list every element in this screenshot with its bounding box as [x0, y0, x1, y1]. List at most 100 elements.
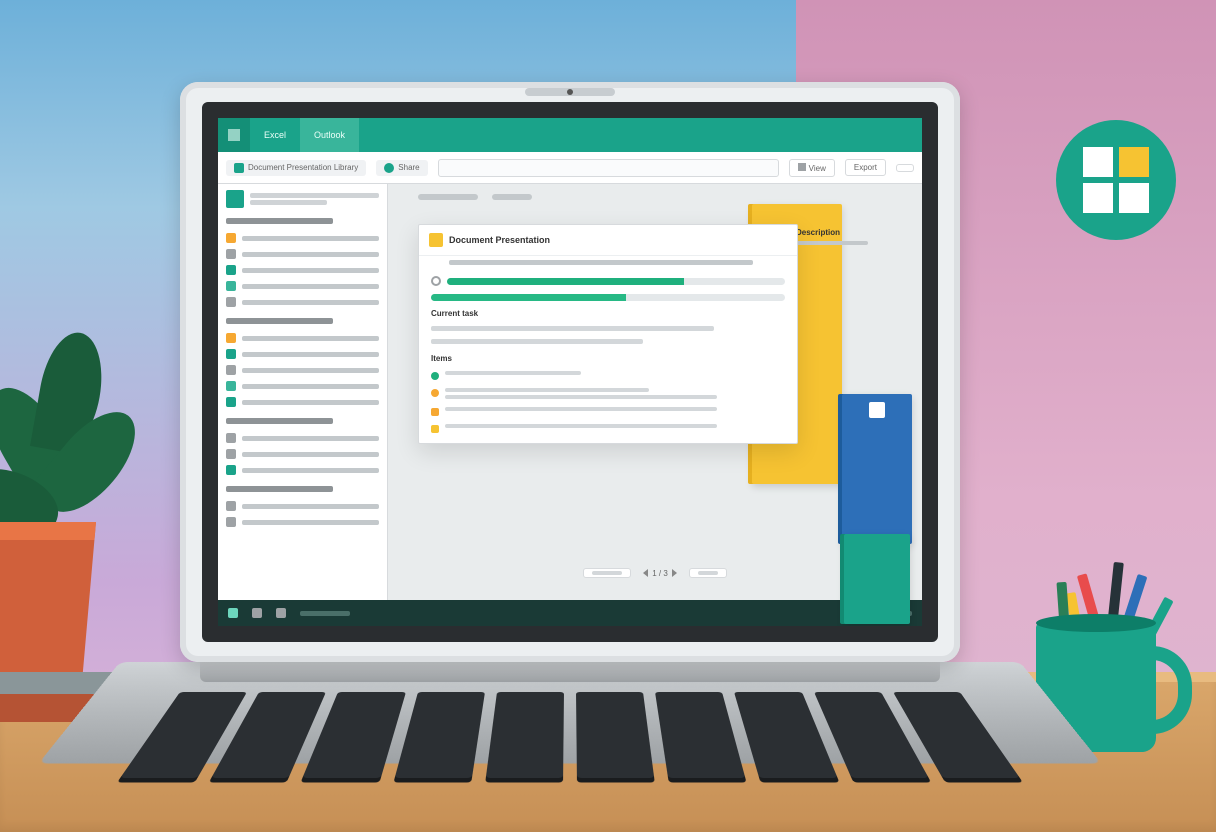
progress-bar — [447, 278, 785, 285]
sidebar-item-label — [242, 268, 379, 273]
toolbar-button[interactable] — [896, 164, 914, 172]
sidebar-item[interactable] — [226, 262, 379, 278]
sidebar-section-heading — [226, 418, 333, 424]
laptop: Excel Outlook Document Presentation Libr… — [120, 62, 1020, 812]
sidebar-item[interactable] — [226, 346, 379, 362]
sidebar-section — [218, 482, 387, 534]
sidebar-item-label — [242, 300, 379, 305]
dialog-header: Document Presentation — [419, 225, 797, 256]
breadcrumb[interactable]: Document Presentation Library — [226, 160, 366, 176]
progress-bar — [431, 294, 785, 301]
footer-chip[interactable] — [583, 568, 631, 578]
taskbar — [218, 600, 922, 626]
taskbar-start-icon[interactable] — [228, 608, 238, 618]
sidebar-item-label — [242, 252, 379, 257]
sidebar-item-icon — [226, 265, 236, 275]
sidebar-item-icon — [226, 433, 236, 443]
status-dot-icon — [431, 372, 439, 380]
scene-illustration: Excel Outlook Document Presentation Libr… — [0, 0, 1216, 832]
workspace: Description Document Presentation — [218, 184, 922, 600]
text-line — [431, 339, 643, 344]
sidebar-item-label — [242, 436, 379, 441]
sidebar-item-label — [242, 520, 379, 525]
content-footer: 1 / 3 — [388, 568, 922, 578]
wall-logo-icon — [1056, 120, 1176, 240]
doc-page-blue[interactable] — [842, 394, 912, 544]
footer-chip[interactable] — [689, 568, 727, 578]
info-panel-title: Description — [796, 228, 886, 237]
search-input[interactable] — [438, 159, 780, 177]
share-button[interactable]: Share — [376, 160, 427, 176]
sidebar-item-label — [242, 352, 379, 357]
titlebar-tab[interactable]: Excel — [250, 118, 300, 152]
webcam-icon — [525, 88, 615, 96]
grid-icon — [798, 163, 806, 171]
next-page-icon[interactable] — [672, 569, 677, 577]
sidebar-item[interactable] — [226, 430, 379, 446]
content-tab[interactable] — [418, 194, 478, 200]
sidebar — [218, 184, 388, 600]
list-item[interactable] — [431, 371, 785, 380]
list-item[interactable] — [431, 424, 785, 433]
sidebar-item[interactable] — [226, 462, 379, 478]
titlebar-tab[interactable]: Outlook — [300, 118, 359, 152]
page-icon — [869, 402, 885, 418]
sidebar-item-icon — [226, 465, 236, 475]
content-tab[interactable] — [492, 194, 532, 200]
list-item[interactable] — [431, 407, 785, 416]
sidebar-item[interactable] — [226, 378, 379, 394]
status-dot-icon — [431, 389, 439, 397]
sidebar-section-heading — [226, 218, 333, 224]
text-line — [431, 326, 714, 331]
sidebar-item[interactable] — [226, 394, 379, 410]
sidebar-item[interactable] — [226, 330, 379, 346]
taskbar-icon[interactable] — [252, 608, 262, 618]
sidebar-item-label — [242, 336, 379, 341]
sidebar-item-label — [242, 400, 379, 405]
sidebar-item-label — [242, 284, 379, 289]
toolbar: Document Presentation Library Share View… — [218, 152, 922, 184]
taskbar-icon[interactable] — [276, 608, 286, 618]
sidebar-section — [218, 314, 387, 414]
link-icon — [431, 276, 441, 286]
taskbar-label[interactable] — [300, 611, 350, 616]
sidebar-item-icon — [226, 333, 236, 343]
app-window: Excel Outlook Document Presentation Libr… — [202, 102, 938, 642]
sidebar-section — [218, 214, 387, 314]
status-square-icon — [431, 408, 439, 416]
sidebar-item[interactable] — [226, 294, 379, 310]
sidebar-item-icon — [226, 233, 236, 243]
sidebar-item-icon — [226, 297, 236, 307]
titlebar-tab[interactable] — [359, 118, 387, 152]
workspace-icon — [226, 190, 244, 208]
sidebar-item[interactable] — [226, 498, 379, 514]
titlebar: Excel Outlook — [218, 118, 922, 152]
sidebar-item[interactable] — [226, 362, 379, 378]
toolbar-button[interactable]: View — [789, 159, 834, 177]
sidebar-header[interactable] — [218, 184, 387, 214]
sidebar-item[interactable] — [226, 230, 379, 246]
sidebar-item-icon — [226, 449, 236, 459]
progress-dialog: Document Presentation Current task — [418, 224, 798, 444]
sidebar-item-icon — [226, 249, 236, 259]
sidebar-item-label — [242, 468, 379, 473]
prev-page-icon[interactable] — [643, 569, 648, 577]
side-info-panel: Description — [796, 228, 886, 245]
sidebar-item[interactable] — [226, 446, 379, 462]
sidebar-item-icon — [226, 517, 236, 527]
sidebar-item-label — [242, 236, 379, 241]
dialog-subtitle — [449, 260, 753, 265]
breadcrumb-label: Document Presentation Library — [248, 163, 358, 172]
status-square-icon — [431, 425, 439, 433]
keyboard — [120, 692, 1020, 778]
list-item[interactable] — [431, 388, 785, 399]
share-icon — [384, 163, 394, 173]
doc-page-teal[interactable] — [844, 534, 910, 624]
toolbar-button[interactable]: Export — [845, 159, 886, 176]
sidebar-item[interactable] — [226, 246, 379, 262]
sidebar-item[interactable] — [226, 278, 379, 294]
app-menu-icon[interactable] — [218, 118, 250, 152]
sidebar-item[interactable] — [226, 514, 379, 530]
content-area: Description Document Presentation — [388, 184, 922, 600]
sidebar-item-icon — [226, 381, 236, 391]
